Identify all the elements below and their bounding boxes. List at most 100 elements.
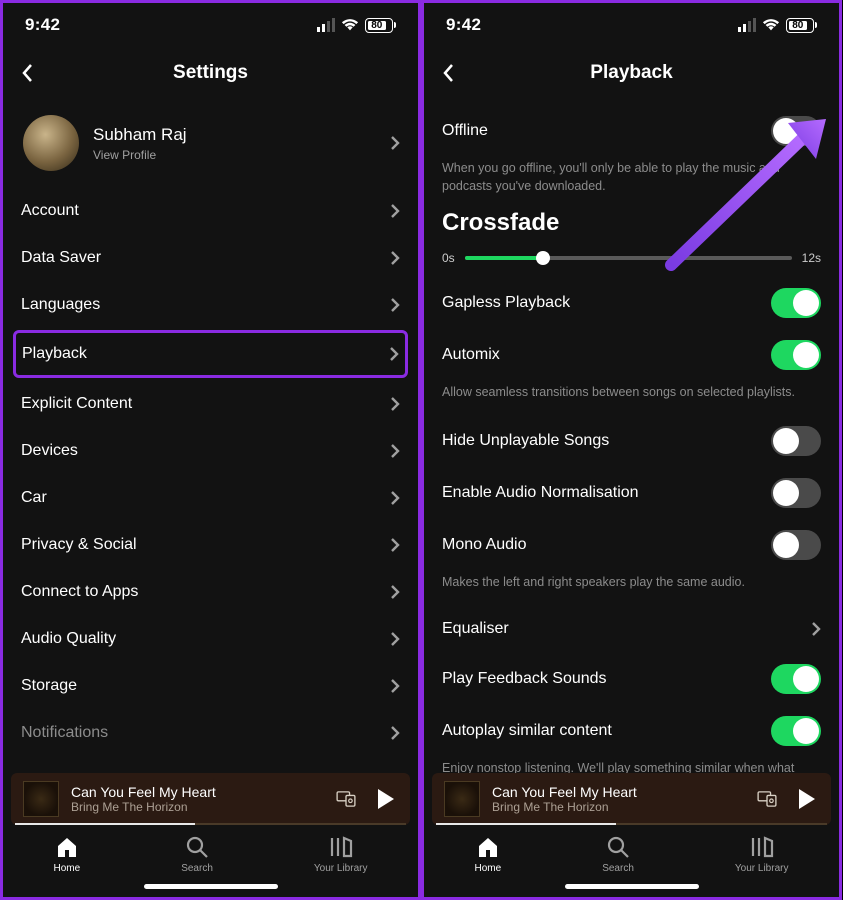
play-button[interactable] bbox=[378, 789, 394, 809]
offline-desc: When you go offline, you'll only be able… bbox=[442, 159, 821, 195]
toggle-row-automix[interactable]: Automix bbox=[442, 329, 821, 381]
wifi-icon bbox=[762, 18, 780, 32]
toggle-switch[interactable] bbox=[771, 716, 821, 746]
toggle-label: Autoplay similar content bbox=[442, 722, 612, 740]
toggle-label: Play Feedback Sounds bbox=[442, 670, 607, 688]
wifi-icon bbox=[341, 18, 359, 32]
item-label: Languages bbox=[21, 296, 100, 314]
library-icon bbox=[750, 835, 774, 859]
play-button[interactable] bbox=[799, 789, 815, 809]
nav-search[interactable]: Search bbox=[602, 835, 634, 874]
settings-item-data-saver[interactable]: Data Saver bbox=[21, 234, 400, 281]
devices-icon[interactable] bbox=[336, 791, 356, 807]
settings-item-playback[interactable]: Playback bbox=[13, 330, 408, 378]
chevron-right-icon bbox=[390, 537, 400, 553]
signal-icon bbox=[738, 18, 756, 32]
now-playing-bar[interactable]: Can You Feel My Heart Bring Me The Horiz… bbox=[432, 773, 831, 825]
track-title: Can You Feel My Heart bbox=[71, 784, 324, 800]
battery-icon: 80 bbox=[365, 18, 396, 33]
settings-item-privacy-social[interactable]: Privacy & Social bbox=[21, 521, 400, 568]
avatar bbox=[23, 115, 79, 171]
toggle-desc: Makes the left and right speakers play t… bbox=[442, 573, 821, 591]
toggle-row-mono-audio[interactable]: Mono Audio bbox=[442, 519, 821, 571]
toggle-desc: Enjoy nonstop listening. We'll play some… bbox=[442, 759, 821, 774]
chevron-right-icon bbox=[390, 297, 400, 313]
toggle-switch[interactable] bbox=[771, 664, 821, 694]
playback-progress bbox=[15, 823, 406, 825]
settings-item-notifications[interactable]: Notifications bbox=[21, 709, 400, 756]
status-time: 9:42 bbox=[446, 15, 481, 35]
toggle-label: Hide Unplayable Songs bbox=[442, 432, 609, 450]
bottom-nav: Home Search Your Library bbox=[3, 825, 418, 878]
chevron-right-icon bbox=[390, 396, 400, 412]
toggle-label: Automix bbox=[442, 346, 500, 364]
offline-label: Offline bbox=[442, 122, 488, 140]
search-icon bbox=[606, 835, 630, 859]
nav-search[interactable]: Search bbox=[181, 835, 213, 874]
equaliser-row[interactable]: Equaliser bbox=[442, 606, 821, 653]
toggle-label: Enable Audio Normalisation bbox=[442, 484, 639, 502]
toggle-switch[interactable] bbox=[771, 340, 821, 370]
toggle-label: Gapless Playback bbox=[442, 294, 570, 312]
crossfade-slider-row: 0s 12s bbox=[442, 251, 821, 265]
toggle-switch[interactable] bbox=[771, 426, 821, 456]
profile-row[interactable]: Subham Raj View Profile bbox=[21, 105, 400, 187]
settings-item-explicit-content[interactable]: Explicit Content bbox=[21, 380, 400, 427]
settings-item-connect-to-apps[interactable]: Connect to Apps bbox=[21, 568, 400, 615]
nav-library[interactable]: Your Library bbox=[735, 835, 789, 874]
toggle-row-autoplay-similar-content[interactable]: Autoplay similar content bbox=[442, 705, 821, 757]
item-label: Playback bbox=[22, 345, 87, 363]
nav-home[interactable]: Home bbox=[54, 835, 81, 874]
toggle-row-gapless-playback[interactable]: Gapless Playback bbox=[442, 277, 821, 329]
now-playing-bar[interactable]: Can You Feel My Heart Bring Me The Horiz… bbox=[11, 773, 410, 825]
crossfade-slider[interactable] bbox=[465, 256, 792, 260]
chevron-right-icon bbox=[390, 135, 400, 151]
nav-home[interactable]: Home bbox=[475, 835, 502, 874]
toggle-switch[interactable] bbox=[771, 478, 821, 508]
toggle-row-enable-audio-normalisation[interactable]: Enable Audio Normalisation bbox=[442, 467, 821, 519]
slider-max: 12s bbox=[802, 251, 821, 265]
playback-screen: 9:42 80 Playback Offline When you go off… bbox=[421, 0, 842, 900]
settings-item-car[interactable]: Car bbox=[21, 474, 400, 521]
toggle-row-play-feedback-sounds[interactable]: Play Feedback Sounds bbox=[442, 653, 821, 705]
settings-list[interactable]: Subham Raj View Profile Account Data Sav… bbox=[3, 99, 418, 773]
profile-name: Subham Raj bbox=[93, 125, 376, 145]
playback-progress bbox=[436, 823, 827, 825]
chevron-right-icon bbox=[390, 203, 400, 219]
item-label: Explicit Content bbox=[21, 395, 132, 413]
header-title: Settings bbox=[3, 62, 418, 84]
home-indicator[interactable] bbox=[144, 884, 278, 889]
home-icon bbox=[476, 835, 500, 859]
chevron-right-icon bbox=[390, 490, 400, 506]
toggle-row-hide-unplayable-songs[interactable]: Hide Unplayable Songs bbox=[442, 415, 821, 467]
chevron-right-icon bbox=[390, 678, 400, 694]
item-label: Storage bbox=[21, 677, 77, 695]
item-label: Notifications bbox=[21, 724, 108, 742]
toggle-desc: Allow seamless transitions between songs… bbox=[442, 383, 821, 401]
header: Playback bbox=[424, 47, 839, 99]
signal-icon bbox=[317, 18, 335, 32]
nav-library[interactable]: Your Library bbox=[314, 835, 368, 874]
item-label: Devices bbox=[21, 442, 78, 460]
back-button[interactable] bbox=[442, 63, 454, 83]
back-button[interactable] bbox=[21, 63, 33, 83]
settings-item-languages[interactable]: Languages bbox=[21, 281, 400, 328]
settings-item-account[interactable]: Account bbox=[21, 187, 400, 234]
settings-item-audio-quality[interactable]: Audio Quality bbox=[21, 615, 400, 662]
item-label: Account bbox=[21, 202, 79, 220]
equaliser-label: Equaliser bbox=[442, 620, 509, 638]
header: Settings bbox=[3, 47, 418, 99]
home-indicator[interactable] bbox=[565, 884, 699, 889]
devices-icon[interactable] bbox=[757, 791, 777, 807]
settings-item-devices[interactable]: Devices bbox=[21, 427, 400, 474]
offline-row[interactable]: Offline bbox=[442, 105, 821, 157]
item-label: Car bbox=[21, 489, 47, 507]
offline-toggle[interactable] bbox=[771, 116, 821, 146]
playback-list[interactable]: Offline When you go offline, you'll only… bbox=[424, 99, 839, 773]
settings-item-storage[interactable]: Storage bbox=[21, 662, 400, 709]
search-icon bbox=[185, 835, 209, 859]
toggle-switch[interactable] bbox=[771, 530, 821, 560]
toggle-switch[interactable] bbox=[771, 288, 821, 318]
status-icons: 80 bbox=[317, 18, 396, 33]
track-artist: Bring Me The Horizon bbox=[71, 800, 324, 814]
